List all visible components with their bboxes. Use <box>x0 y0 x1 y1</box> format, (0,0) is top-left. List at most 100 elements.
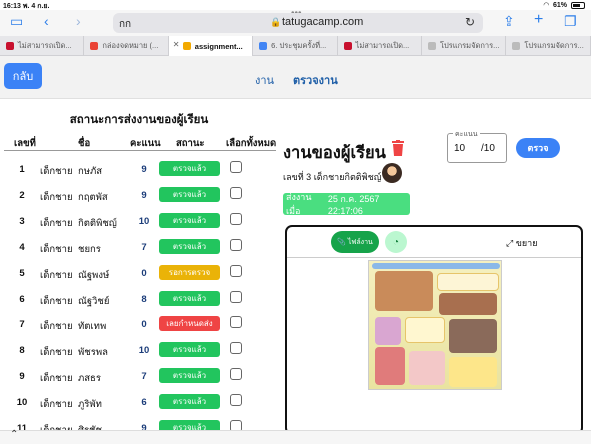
tab-favicon-icon <box>343 42 352 50</box>
row-checkbox[interactable] <box>230 316 242 329</box>
tab-label: 6. ประชุมครั้งที่... <box>271 41 327 50</box>
share-icon[interactable]: ⇪ <box>503 13 515 30</box>
row-gender: เด็กชาย <box>40 191 73 203</box>
trash-icon[interactable] <box>391 140 405 156</box>
score-value[interactable]: 10 <box>454 143 465 154</box>
reader-aa[interactable]: กก <box>119 17 131 32</box>
status-right: ◠ 61% <box>544 1 585 9</box>
browser-tab[interactable]: ไม่สามารถเปิด... <box>0 36 85 56</box>
browser-tab[interactable]: 6. ประชุมครั้งที่... <box>253 36 338 56</box>
row-name: ภูริพัท <box>78 399 102 411</box>
panel-title: งานของผู้เรียน <box>283 144 386 162</box>
row-checkbox[interactable] <box>230 161 242 173</box>
file-chip[interactable]: 📎 ไฟล์งาน <box>331 231 379 253</box>
row-checkbox[interactable] <box>230 290 242 303</box>
row-number: 5 <box>19 267 25 279</box>
tab-label: ไม่สามารถเปิด... <box>18 41 72 50</box>
table-row[interactable]: 3 เด็กชาย กิตติพิชญ์ 10 ตรวจแล้ว <box>0 212 280 242</box>
row-gender: เด็กชาย <box>40 347 73 359</box>
reload-icon[interactable]: ↻ <box>465 15 475 29</box>
score-label: คะแนน <box>453 129 480 140</box>
battery-icon <box>571 1 585 9</box>
row-name: กษภัส <box>78 166 103 177</box>
row-name: ภสธร <box>78 373 101 385</box>
row-score: 9 <box>141 164 147 175</box>
wifi-icon: ◠ <box>543 2 549 9</box>
nav-check-link[interactable]: ตรวจงาน <box>293 71 338 89</box>
expand-icon: ⤢ <box>506 238 514 248</box>
row-name: ณัฐพงษ์ <box>78 269 110 281</box>
status-badge: ตรวจแล้ว <box>159 368 220 384</box>
row-number: 10 <box>16 397 28 409</box>
status-badge: ตรวจแล้ว <box>159 161 220 176</box>
status-badge: ตรวจแล้ว <box>159 238 220 254</box>
table-row[interactable]: 2 เด็กชาย กฤตพัส 9 ตรวจแล้ว <box>0 186 280 216</box>
tab-favicon-icon <box>427 42 436 50</box>
check-button[interactable]: ตรวจ <box>516 138 560 158</box>
tabs-overview-icon[interactable]: ❐ <box>564 13 577 30</box>
table-title: สถานะการส่งงานของผู้เรียน <box>69 114 209 126</box>
table-row[interactable]: 5 เด็กชาย ณัฐพงษ์ 0 รอการตรวจ <box>0 264 280 294</box>
header-divider <box>4 150 276 151</box>
bottom-bar: ⌃ <box>0 429 591 444</box>
card-divider <box>287 257 581 258</box>
row-checkbox[interactable] <box>230 264 242 277</box>
status-badge: ตรวจแล้ว <box>159 394 220 410</box>
browser-tab[interactable]: ไม่สามารถเปิด... <box>338 36 422 56</box>
row-name: ชยกร <box>78 243 101 255</box>
browser-tab[interactable]: ✕ assignment... <box>168 36 254 56</box>
tab-favicon-icon <box>259 42 268 50</box>
tab-favicon-icon <box>512 42 521 50</box>
tab-label: โปรแกรมจัดการ... <box>439 41 500 50</box>
row-checkbox[interactable] <box>230 238 242 251</box>
row-gender: เด็กชาย <box>40 399 73 411</box>
status-badge: รอการตรวจ <box>159 264 220 280</box>
row-number: 7 <box>19 319 25 331</box>
tab-favicon-icon <box>6 42 14 50</box>
browser-toolbar: ▭ ‹ › ••• กก 🔒 tatugacamp.com ↻ ⇪ + ❐ <box>0 8 591 36</box>
forward-arrow-icon[interactable]: › <box>76 13 81 29</box>
row-score: 10 <box>138 215 150 227</box>
browser-tab[interactable]: กล่องจดหมาย (... <box>84 36 169 56</box>
status-badge: เลยกำหนดส่ง <box>159 316 220 332</box>
row-checkbox[interactable] <box>230 394 242 407</box>
header-select-all[interactable]: เลือกทั้งหมด <box>226 136 276 151</box>
comment-chip[interactable]: ◔ <box>385 231 407 253</box>
tab-label: กล่องจดหมาย (... <box>102 41 159 50</box>
submitted-work-image[interactable] <box>368 260 502 390</box>
row-name: ณัฐวิชย์ <box>78 295 110 307</box>
table-row[interactable]: 4 เด็กชาย ชยกร 7 ตรวจแล้ว <box>0 238 280 268</box>
row-checkbox[interactable] <box>230 212 242 225</box>
row-checkbox[interactable] <box>230 368 242 381</box>
row-score: 7 <box>141 371 147 383</box>
status-badge: ตรวจแล้ว <box>159 342 220 358</box>
sidebar-icon[interactable]: ▭ <box>10 13 23 30</box>
tab-label: assignment... <box>194 41 243 51</box>
address-bar[interactable]: กก 🔒 tatugacamp.com ↻ <box>113 13 483 33</box>
nav-work-link[interactable]: งาน <box>255 71 274 89</box>
row-name: กิตติพิชญ์ <box>78 217 117 229</box>
header-name: ชื่อ <box>78 138 91 149</box>
chevron-up-icon[interactable]: ⌃ <box>10 429 18 440</box>
row-gender: เด็กชาย <box>40 217 73 229</box>
browser-tab[interactable]: โปรแกรมจัดการ... <box>422 36 507 56</box>
row-score: 6 <box>141 397 147 409</box>
expand-button[interactable]: ⤢ ขยาย <box>506 236 537 250</box>
row-score: 7 <box>141 241 147 253</box>
row-gender: เด็กชาย <box>40 295 73 307</box>
row-number: 6 <box>19 293 25 305</box>
browser-tab[interactable]: โปรแกรมจัดการ... <box>506 36 591 56</box>
tab-close-icon[interactable]: ✕ <box>173 40 180 49</box>
chat-icon: ◔ <box>392 236 400 248</box>
back-button[interactable]: กลับ <box>4 63 42 89</box>
row-score: 9 <box>141 189 147 201</box>
row-score: 8 <box>141 293 147 305</box>
lock-icon: 🔒 <box>270 17 282 27</box>
row-gender: เด็กชาย <box>40 243 73 255</box>
back-arrow-icon[interactable]: ‹ <box>44 13 49 29</box>
status-badge: ตรวจแล้ว <box>159 290 220 306</box>
row-checkbox[interactable] <box>230 186 242 199</box>
new-tab-icon[interactable]: + <box>534 11 543 29</box>
row-name: ทัตเทพ <box>78 321 107 333</box>
row-checkbox[interactable] <box>230 342 242 355</box>
